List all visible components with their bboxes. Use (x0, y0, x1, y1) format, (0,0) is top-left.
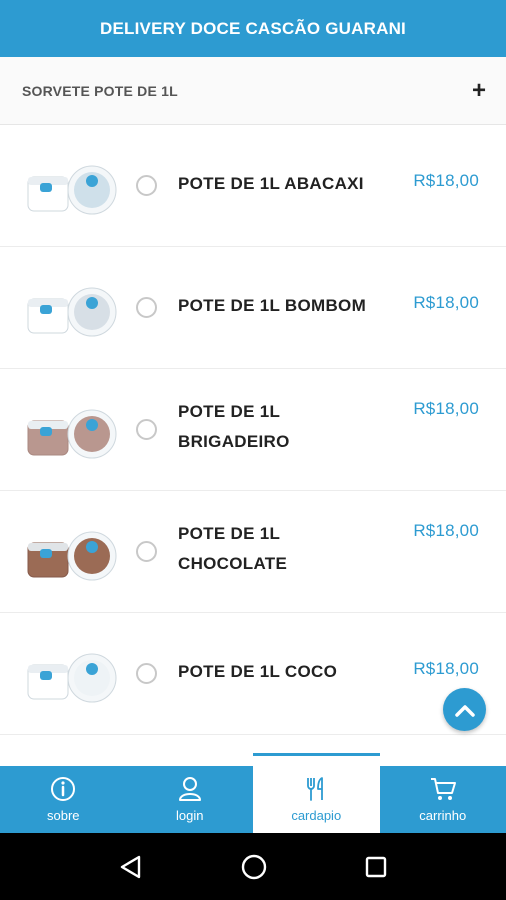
product-select-radio[interactable] (136, 175, 157, 196)
bottom-nav: sobre login cardapio carrinho (0, 753, 506, 833)
app-header: DELIVERY DOCE CASCÃO GUARANI (0, 0, 506, 57)
product-name: POTE DE 1L COCO (178, 662, 338, 681)
chevron-up-icon (454, 704, 475, 717)
nav-label-sobre: sobre (46, 808, 80, 823)
product-name: POTE DE 1L CHOCOLATE (178, 524, 288, 573)
product-image (27, 409, 117, 459)
product-price: R$18,00 (413, 659, 479, 678)
back-icon[interactable] (118, 854, 144, 880)
category-title: SORVETE POTE DE 1L (22, 82, 178, 99)
product-price: R$18,00 (413, 521, 479, 540)
nav-label-carrinho: carrinho (419, 808, 467, 823)
product-image (27, 287, 117, 337)
product-price: R$18,00 (413, 171, 479, 190)
product-item[interactable]: POTE DE 1L ABACAXI R$18,00 (0, 125, 506, 247)
product-name: POTE DE 1L BRIGADEIRO (178, 402, 290, 451)
nav-item-login[interactable]: login (127, 766, 254, 833)
product-image (27, 165, 117, 215)
recents-icon[interactable] (364, 855, 388, 879)
plus-icon[interactable]: + (472, 78, 486, 103)
nav-item-carrinho[interactable]: carrinho (380, 766, 506, 833)
product-item[interactable]: POTE DE 1L CHOCOLATE R$18,00 (0, 491, 506, 613)
nav-item-sobre[interactable]: sobre (0, 766, 127, 833)
product-select-radio[interactable] (136, 541, 157, 562)
home-icon[interactable] (240, 853, 268, 881)
product-list[interactable]: POTE DE 1L ABACAXI R$18,00 POTE DE 1L BO… (0, 125, 506, 766)
product-select-radio[interactable] (136, 663, 157, 684)
info-icon (51, 777, 76, 801)
product-item[interactable]: POTE DE 1L BOMBOM R$18,00 (0, 247, 506, 369)
product-price: R$18,00 (413, 293, 479, 312)
app-title: DELIVERY DOCE CASCÃO GUARANI (100, 18, 406, 38)
product-image (27, 531, 117, 581)
cart-icon (430, 778, 456, 800)
product-item[interactable]: POTE DE 1L BRIGADEIRO R$18,00 (0, 369, 506, 491)
product-name: POTE DE 1L ABACAXI (178, 174, 364, 193)
category-bar[interactable]: SORVETE POTE DE 1L + (0, 57, 506, 125)
product-name: POTE DE 1L BOMBOM (178, 296, 367, 315)
product-price: R$18,00 (413, 399, 479, 418)
product-select-radio[interactable] (136, 297, 157, 318)
product-image (27, 653, 117, 703)
cutlery-icon (307, 777, 324, 801)
nav-label-login: login (176, 808, 204, 823)
product-item[interactable]: POTE DE 1L COCO R$18,00 (0, 613, 506, 735)
system-nav-bar (0, 833, 506, 900)
nav-label-cardapio: cardapio (291, 808, 342, 823)
nav-item-cardapio[interactable]: cardapio (253, 753, 380, 833)
user-icon (178, 777, 201, 801)
product-select-radio[interactable] (136, 419, 157, 440)
scroll-to-top-button[interactable] (443, 688, 486, 731)
